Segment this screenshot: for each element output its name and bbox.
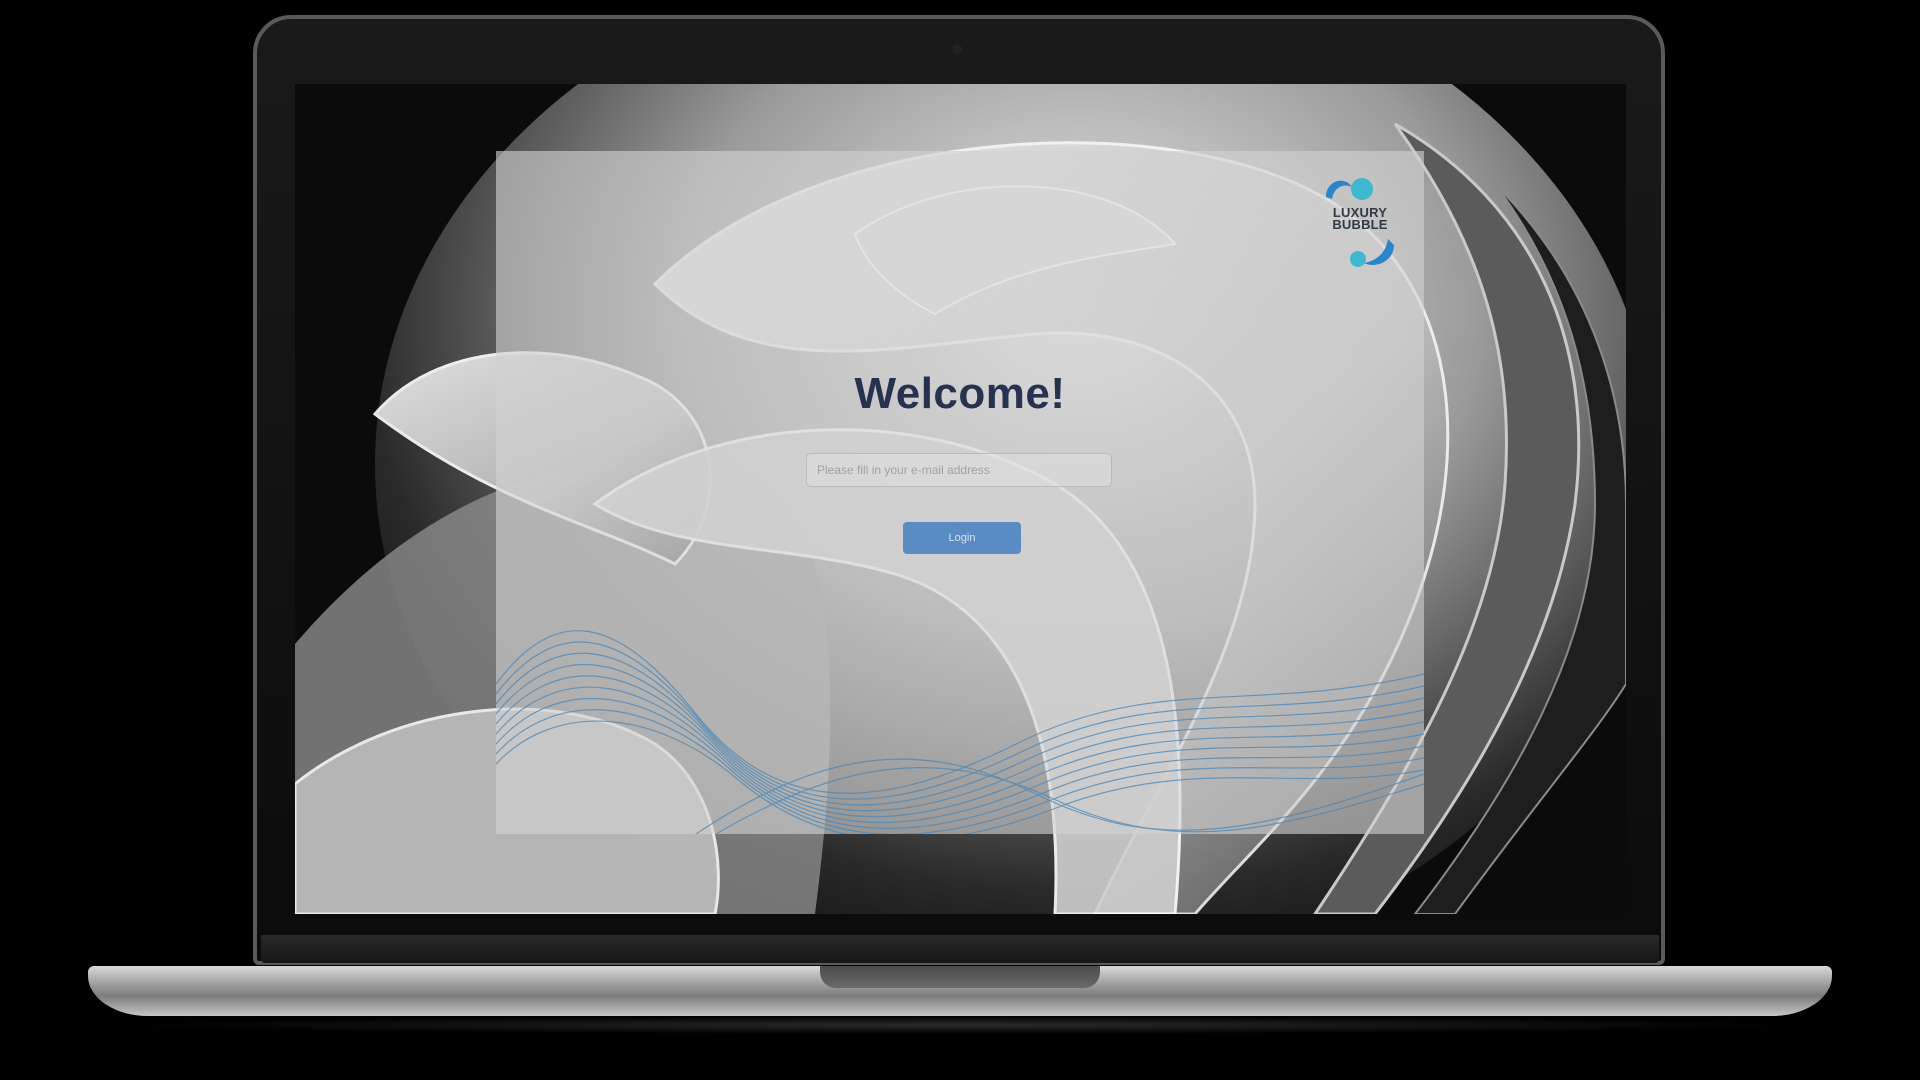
logo-line-2: BUBBLE bbox=[1332, 217, 1388, 232]
welcome-title: Welcome! bbox=[854, 369, 1066, 418]
email-field[interactable] bbox=[806, 453, 1112, 487]
luxury-bubble-logo: LUXURY BUBBLE bbox=[1318, 173, 1402, 273]
logo-text: LUXURY BUBBLE bbox=[1318, 206, 1402, 232]
laptop-hinge-notch bbox=[820, 966, 1100, 988]
decorative-wave-lines bbox=[496, 630, 1424, 834]
laptop-shadow bbox=[120, 1016, 1800, 1034]
login-button[interactable]: Login bbox=[903, 522, 1021, 554]
laptop-bezel-bottom bbox=[261, 935, 1659, 963]
camera-icon bbox=[952, 44, 962, 54]
laptop-screen: LUXURY BUBBLE Welcome! Login bbox=[295, 84, 1626, 914]
login-window: LUXURY BUBBLE Welcome! Login bbox=[496, 151, 1424, 834]
